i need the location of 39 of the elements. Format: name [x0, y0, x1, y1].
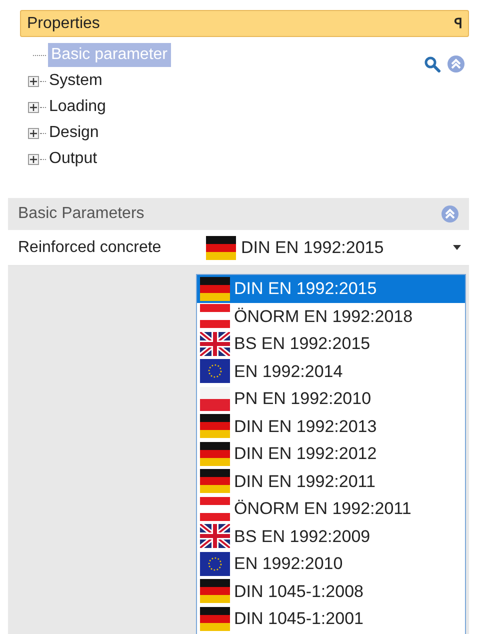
- tree-item[interactable]: Output: [48, 147, 98, 171]
- pin-button[interactable]: ꟼ: [454, 13, 462, 34]
- dropdown-option[interactable]: ÖNORM EN 1992:2018: [197, 302, 465, 330]
- expand-toggle[interactable]: [28, 76, 39, 86]
- expand-toggle[interactable]: [28, 154, 39, 164]
- tree-item[interactable]: Loading: [48, 95, 107, 119]
- dropdown-option[interactable]: ÖNORM EN 1992:2011: [197, 495, 465, 522]
- dropdown-option[interactable]: DIN EN 1992:2011: [197, 468, 465, 495]
- dropdown-option[interactable]: DIN 1045-1:2008: [197, 578, 465, 605]
- flag-icon: [200, 524, 230, 548]
- search-icon[interactable]: [424, 56, 441, 72]
- section-title: Basic Parameters: [18, 204, 144, 224]
- caret-icon: [453, 245, 461, 250]
- flag-icon: [200, 332, 230, 356]
- panel-title: Properties: [27, 14, 100, 34]
- tree-item[interactable]: System: [48, 69, 104, 93]
- flag-icon: [200, 442, 230, 466]
- dropdown-option[interactable]: DIN EN 1992:2012: [197, 440, 465, 468]
- tree-item[interactable]: Design: [48, 121, 100, 145]
- flag-icon: [200, 386, 230, 411]
- dropdown-option[interactable]: DIN 1045-1:2001: [197, 605, 465, 632]
- flag-icon: [200, 579, 230, 604]
- flag-icon: [206, 236, 236, 260]
- dropdown-option[interactable]: DIN EN 1992:2013: [197, 412, 465, 440]
- flag-icon: [200, 304, 230, 328]
- dropdown-option[interactable]: EN 1992:2010: [197, 550, 465, 578]
- flag-icon: [200, 414, 230, 438]
- flag-icon: [200, 496, 230, 521]
- expand-toggle[interactable]: [28, 128, 39, 138]
- expand-toggle[interactable]: [28, 102, 39, 112]
- flag-icon: [200, 359, 230, 384]
- flag-icon: [200, 606, 230, 631]
- flag-icon: [200, 552, 230, 576]
- dropdown-option[interactable]: EN 1992:2014: [197, 358, 465, 385]
- dropdown-option[interactable]: DIN EN 1992:2015: [197, 275, 465, 302]
- flag-icon: [200, 276, 230, 301]
- dropdown-option[interactable]: PN EN 1992:2010: [197, 385, 465, 412]
- flag-icon: [200, 469, 230, 494]
- property-label: Reinforced concrete: [18, 238, 162, 258]
